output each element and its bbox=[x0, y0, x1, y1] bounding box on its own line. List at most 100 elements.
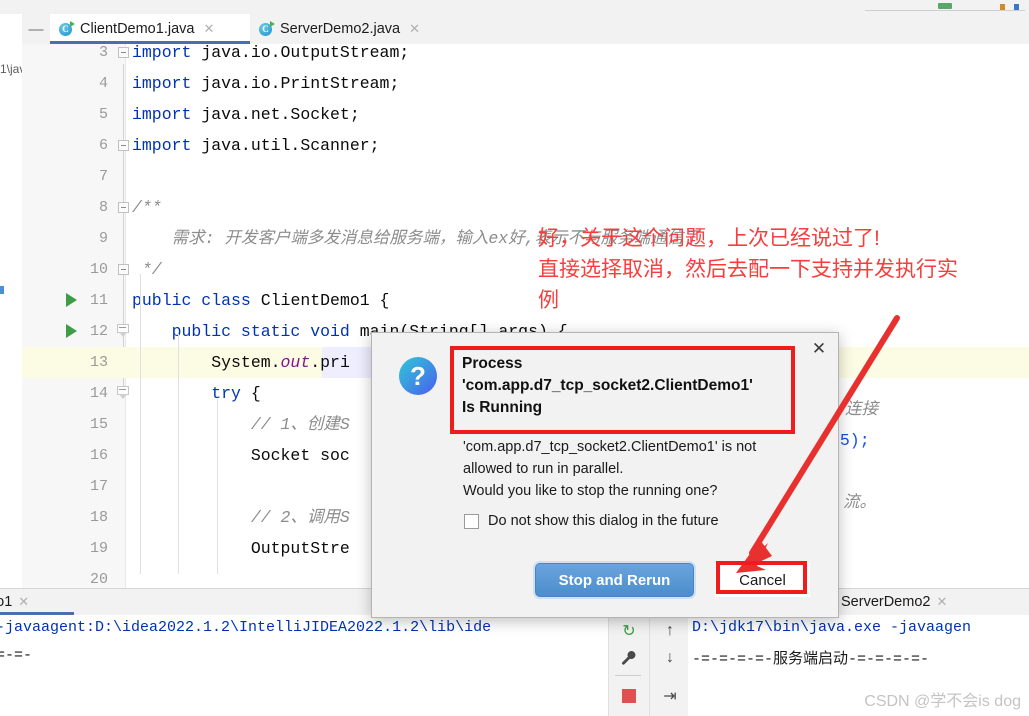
tab-clientdemo1[interactable]: C ClientDemo1.java ✕ bbox=[50, 14, 250, 44]
code-text: */ bbox=[132, 260, 162, 279]
line-number: 16 bbox=[89, 447, 108, 464]
line-number: 3 bbox=[98, 44, 108, 61]
code-line: 4 import java.io.PrintStream; bbox=[22, 68, 1029, 99]
line-number: 14 bbox=[89, 385, 108, 402]
line-number: 6 bbox=[98, 137, 108, 154]
code-line: 6 import java.util.Scanner; bbox=[22, 130, 1029, 161]
code-text: import java.net.Socket; bbox=[132, 105, 360, 124]
indent-guide bbox=[217, 399, 218, 574]
fold-marker[interactable] bbox=[118, 140, 129, 151]
csdn-watermark: CSDN @学不会is dog bbox=[864, 693, 1021, 710]
code-text: Socket soc bbox=[132, 446, 350, 465]
code-text: // 2、调用S bbox=[132, 508, 350, 527]
code-text-fragment: 流。 bbox=[843, 493, 876, 512]
code-text: public class ClientDemo1 { bbox=[132, 291, 390, 310]
editor-tabbar: — C ClientDemo1.java ✕ C ServerDemo2.jav… bbox=[22, 14, 1029, 45]
do-not-show-label: Do not show this dialog in the future bbox=[488, 513, 719, 529]
collapse-icon[interactable]: — bbox=[22, 14, 50, 44]
line-number: 18 bbox=[89, 509, 108, 526]
line-number: 4 bbox=[98, 75, 108, 92]
close-icon[interactable]: ✕ bbox=[409, 21, 420, 37]
console-toolbar: ↻ ↑ ↓ ⇥ bbox=[608, 615, 690, 716]
code-line: 11 public class ClientDemo1 { bbox=[22, 285, 1029, 316]
code-text-fragment: 连接 bbox=[845, 400, 878, 419]
console-output-left[interactable]: -javaagent:D:\idea2022.1.2\IntelliJIDEA2… bbox=[0, 615, 608, 716]
line-number: 20 bbox=[89, 571, 108, 588]
code-text: import java.io.OutputStream; bbox=[132, 44, 410, 62]
line-number: 17 bbox=[89, 478, 108, 495]
code-text: OutputStre bbox=[132, 539, 350, 558]
tab-label: ClientDemo1.java bbox=[80, 21, 195, 37]
line-number: 19 bbox=[89, 540, 108, 557]
fold-marker[interactable] bbox=[117, 324, 129, 339]
soft-wrap-icon[interactable]: ⇥ bbox=[657, 683, 683, 709]
console-tab-serverdemo2[interactable]: ServerDemo2 ✕ bbox=[833, 589, 963, 615]
code-line: 8 /** bbox=[22, 192, 1029, 223]
fold-marker[interactable] bbox=[118, 47, 129, 58]
line-number: 13 bbox=[89, 354, 108, 371]
tab-serverdemo2[interactable]: C ServerDemo2.java ✕ bbox=[250, 14, 455, 44]
code-text: import java.io.PrintStream; bbox=[132, 74, 400, 93]
question-mark-icon: ? bbox=[399, 357, 437, 395]
code-text: try { bbox=[132, 384, 261, 403]
line-number: 8 bbox=[98, 199, 108, 216]
tab-label: ServerDemo2.java bbox=[280, 21, 401, 37]
console-right-line-1: D:\jdk17\bin\java.exe -javaagen bbox=[692, 619, 972, 636]
window-top-strip bbox=[0, 0, 1029, 15]
line-number: 7 bbox=[98, 168, 108, 185]
line-number: 10 bbox=[89, 261, 108, 278]
ide-window: 1\java: — C ClientDemo1.java ✕ C ServerD… bbox=[0, 0, 1029, 716]
do-not-show-row[interactable]: Do not show this dialog in the future bbox=[464, 513, 719, 529]
settings-wrench-icon[interactable] bbox=[616, 645, 642, 671]
code-line: 7 bbox=[22, 161, 1029, 192]
line-number: 11 bbox=[89, 292, 108, 309]
code-text: import java.util.Scanner; bbox=[132, 136, 380, 155]
code-text: 需求: 开发客户端多发消息给服务端，输入ex好,表示不与服务端通信了 bbox=[132, 229, 700, 248]
code-text: System.out.pri bbox=[132, 353, 350, 372]
line-number: 9 bbox=[98, 230, 108, 247]
indent-guide bbox=[178, 334, 179, 574]
console-tab-label: emo1 bbox=[0, 594, 13, 610]
scroll-up-icon[interactable]: ↑ bbox=[657, 618, 683, 644]
status-indicator-blue bbox=[1014, 4, 1019, 10]
fold-marker[interactable] bbox=[118, 264, 129, 275]
status-indicator-orange bbox=[1000, 4, 1005, 10]
run-gutter-icon[interactable] bbox=[66, 293, 77, 307]
close-icon[interactable]: ✕ bbox=[936, 594, 947, 610]
console-left-line-1: -javaagent:D:\idea2022.1.2\IntelliJIDEA2… bbox=[0, 619, 492, 636]
dialog-body-line-2: allowed to run in parallel. bbox=[463, 461, 624, 477]
project-panel-sliver: 1\java: bbox=[0, 14, 35, 588]
toolbar-divider bbox=[649, 615, 650, 716]
console-tab-clientdemo1[interactable]: emo1 ✕ bbox=[0, 589, 74, 615]
toolbar-separator bbox=[615, 675, 641, 676]
dialog-body: 'com.app.d7_tcp_socket2.ClientDemo1' is … bbox=[463, 436, 793, 502]
do-not-show-checkbox[interactable] bbox=[464, 513, 479, 529]
run-config-chip[interactable] bbox=[938, 3, 952, 9]
cancel-highlight-box bbox=[716, 561, 807, 594]
java-class-icon: C bbox=[259, 20, 275, 37]
close-icon[interactable]: ✕ bbox=[203, 21, 214, 37]
java-class-icon: C bbox=[59, 20, 75, 37]
stop-and-rerun-button[interactable]: Stop and Rerun bbox=[535, 563, 694, 597]
code-line: 5 import java.net.Socket; bbox=[22, 99, 1029, 130]
dialog-body-line-3: Would you like to stop the running one? bbox=[463, 483, 718, 499]
fold-marker[interactable] bbox=[117, 386, 129, 401]
code-text: /** bbox=[132, 198, 162, 217]
console-right-line-2: -=-=-=-=-服务端启动-=-=-=-=- bbox=[692, 651, 930, 668]
code-line: 9 需求: 开发客户端多发消息给服务端，输入ex好,表示不与服务端通信了 bbox=[22, 223, 1029, 254]
scroll-down-icon[interactable]: ↓ bbox=[657, 645, 683, 671]
line-number: 12 bbox=[89, 323, 108, 340]
close-icon[interactable]: ✕ bbox=[18, 594, 29, 610]
close-icon[interactable]: ✕ bbox=[809, 339, 829, 359]
indent-guide bbox=[140, 274, 141, 574]
run-gutter-icon[interactable] bbox=[66, 324, 77, 338]
fold-marker[interactable] bbox=[118, 202, 129, 213]
code-line: 10 */ bbox=[22, 254, 1029, 285]
rerun-icon[interactable]: ↻ bbox=[616, 618, 642, 644]
change-marker bbox=[0, 286, 4, 294]
line-number: 15 bbox=[89, 416, 108, 433]
code-line: 3 import java.io.OutputStream; bbox=[22, 44, 1029, 68]
dialog-body-line-1: 'com.app.d7_tcp_socket2.ClientDemo1' is … bbox=[463, 439, 757, 455]
stop-icon[interactable] bbox=[616, 683, 642, 709]
console-tab-label: ServerDemo2 bbox=[841, 594, 931, 610]
